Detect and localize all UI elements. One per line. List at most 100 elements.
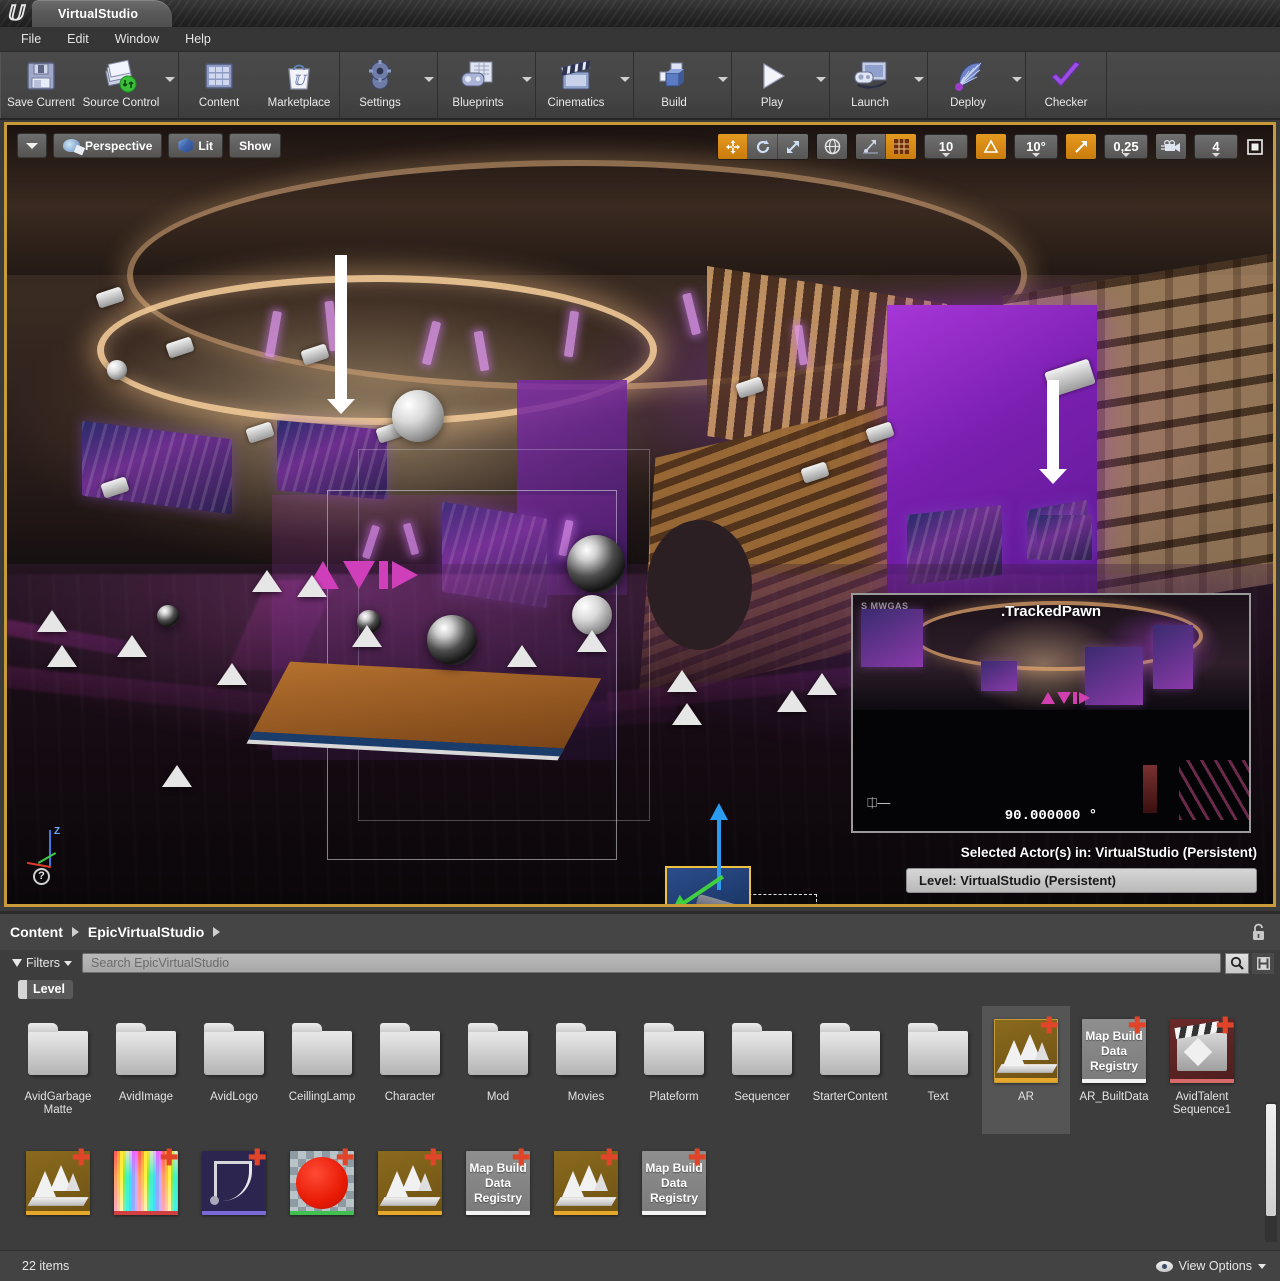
maximize-viewport-button[interactable] bbox=[1245, 136, 1265, 158]
menu-item-window[interactable]: Window bbox=[102, 29, 172, 49]
asset-tile-plateform[interactable]: Plateform bbox=[630, 1006, 718, 1134]
asset-tile-curve[interactable]: ✚ bbox=[190, 1138, 278, 1264]
asset-tile-texture-gradient[interactable]: ✚ bbox=[102, 1138, 190, 1264]
unreal-editor-window: 𝕌 VirtualStudio File Edit Window Help Sa… bbox=[0, 0, 1280, 1281]
toolbar-group-file: Save Current Source Control bbox=[0, 52, 179, 118]
launch-button[interactable]: Launch bbox=[830, 52, 910, 118]
asset-tile-avidtalentsequence1[interactable]: ✚ AvidTalent Sequence1 bbox=[1158, 1006, 1246, 1134]
folder-icon bbox=[202, 1019, 266, 1083]
build-button[interactable]: Build bbox=[634, 52, 714, 118]
build-dropdown[interactable] bbox=[714, 52, 731, 118]
asset-tile-level-2b[interactable]: ✚ bbox=[366, 1138, 454, 1264]
blueprints-dropdown[interactable] bbox=[518, 52, 535, 118]
cinematics-button[interactable]: Cinematics bbox=[536, 52, 616, 118]
scale-mode-button[interactable] bbox=[778, 134, 808, 159]
content-browser: Content EpicVirtualStudio Filters Search… bbox=[0, 911, 1280, 1281]
camera-speed-toggle[interactable] bbox=[1156, 134, 1186, 159]
translate-mode-button[interactable] bbox=[718, 134, 748, 159]
level-viewport[interactable]: Perspective Lit Show 10 10° 0,25 4 S MWG… bbox=[4, 122, 1276, 907]
filter-chip-level[interactable]: Level bbox=[18, 979, 73, 999]
save-icon[interactable] bbox=[1252, 952, 1274, 974]
scrollbar-thumb[interactable] bbox=[1266, 1104, 1276, 1216]
asset-tile-mod[interactable]: Mod bbox=[454, 1006, 542, 1134]
asset-tile-mbdr-2b[interactable]: Map Build Data Registry ✚ bbox=[630, 1138, 718, 1264]
viewport-options-menu[interactable] bbox=[17, 133, 47, 158]
asset-grid-scrollbar[interactable] bbox=[1265, 1102, 1277, 1242]
play-dropdown[interactable] bbox=[812, 52, 829, 118]
viewport-render[interactable]: Perspective Lit Show 10 10° 0,25 4 S MWG… bbox=[7, 125, 1273, 904]
viewport-help-icon[interactable]: ? bbox=[33, 868, 50, 885]
viewport-show-button[interactable]: Show bbox=[229, 133, 282, 158]
map-build-data-registry-icon: Map Build Data Registry ✚ bbox=[1082, 1013, 1147, 1083]
unlock-icon[interactable] bbox=[1251, 923, 1266, 941]
source-control-button[interactable]: Source Control bbox=[81, 52, 161, 118]
asset-tile-material-red[interactable]: ✚ bbox=[278, 1138, 366, 1264]
asset-tile-character[interactable]: Character bbox=[366, 1006, 454, 1134]
source-control-dropdown[interactable] bbox=[161, 52, 178, 118]
asset-tile-mbdr-2a[interactable]: Map Build Data Registry ✚ bbox=[454, 1138, 542, 1264]
filter-chip-color-swatch bbox=[18, 979, 27, 999]
rotation-snap-value[interactable]: 10° bbox=[1014, 134, 1058, 159]
asset-tile-avidimage[interactable]: AvidImage bbox=[102, 1006, 190, 1134]
settings-dropdown[interactable] bbox=[420, 52, 437, 118]
save-current-button[interactable]: Save Current bbox=[1, 52, 81, 118]
asset-tile-ar-builtdata[interactable]: Map Build Data Registry ✚ AR_BuiltData bbox=[1070, 1006, 1158, 1134]
search-input[interactable]: Search EpicVirtualStudio bbox=[82, 953, 1221, 973]
checker-button[interactable]: Checker bbox=[1026, 52, 1106, 118]
magnifier-icon[interactable] bbox=[1225, 952, 1249, 974]
camera-speed-value[interactable]: 4 bbox=[1194, 134, 1238, 159]
scale-snap-value[interactable]: 0,25 bbox=[1104, 134, 1148, 159]
deploy-button[interactable]: Deploy bbox=[928, 52, 1008, 118]
content-button[interactable]: Content bbox=[179, 52, 259, 118]
asset-tile-startercontent[interactable]: StarterContent bbox=[806, 1006, 894, 1134]
asset-tile-level-2a[interactable]: ✚ bbox=[14, 1138, 102, 1264]
level-status-badge[interactable]: Level: VirtualStudio (Persistent) bbox=[906, 868, 1257, 893]
menu-item-file[interactable]: File bbox=[8, 29, 54, 49]
toolbar-group-settings: Settings bbox=[340, 52, 438, 118]
filters-button[interactable]: Filters bbox=[6, 954, 78, 972]
selected-camera-actor[interactable] bbox=[637, 803, 817, 904]
deploy-dropdown[interactable] bbox=[1008, 52, 1025, 118]
cinematics-dropdown[interactable] bbox=[616, 52, 633, 118]
checker-label: Checker bbox=[1044, 97, 1088, 109]
rotate-mode-button[interactable] bbox=[748, 134, 778, 159]
asset-tile-ar[interactable]: ✚ AR bbox=[982, 1006, 1070, 1134]
rotation-snap-toggle[interactable] bbox=[976, 134, 1006, 159]
play-button[interactable]: Play bbox=[732, 52, 812, 118]
asset-tile-level-2c[interactable]: ✚ bbox=[542, 1138, 630, 1264]
scene-cone-2 bbox=[37, 610, 67, 632]
asset-tile-avidlogo[interactable]: AvidLogo bbox=[190, 1006, 278, 1134]
settings-button[interactable]: Settings bbox=[340, 52, 420, 118]
project-tab-label: VirtualStudio bbox=[58, 6, 139, 21]
viewport-lighting-button[interactable]: Lit bbox=[168, 133, 224, 158]
asset-tile-text[interactable]: Text bbox=[894, 1006, 982, 1134]
scene-chrome-sphere-4 bbox=[157, 605, 179, 627]
axis-y-line bbox=[37, 852, 57, 864]
scene-direction-arrow-2 bbox=[1039, 380, 1067, 484]
plus-icon: ✚ bbox=[1128, 1013, 1147, 1038]
scale-snap-toggle[interactable] bbox=[1066, 134, 1096, 159]
surface-snap-toggle[interactable] bbox=[856, 134, 886, 159]
world-space-toggle[interactable] bbox=[817, 134, 847, 159]
asset-grid[interactable]: AvidGarbage Matte AvidImage AvidLogo Cei… bbox=[0, 1006, 1280, 1264]
viewport-view-mode-button[interactable]: Perspective bbox=[53, 133, 163, 158]
blueprints-button[interactable]: Blueprints bbox=[438, 52, 518, 118]
marketplace-button[interactable]: 𝕌 Marketplace bbox=[259, 52, 339, 118]
launch-dropdown[interactable] bbox=[910, 52, 927, 118]
asset-tile-movies[interactable]: Movies bbox=[542, 1006, 630, 1134]
menu-item-edit[interactable]: Edit bbox=[54, 29, 102, 49]
unreal-logo-icon[interactable]: 𝕌 bbox=[2, 1, 28, 26]
camera-preview-pip[interactable]: S MWGAS .TrackedPawn ⎅— 90.000000 ° bbox=[851, 593, 1251, 833]
asset-tile-sequencer[interactable]: Sequencer bbox=[718, 1006, 806, 1134]
level-asset-icon: ✚ bbox=[26, 1147, 90, 1215]
asset-tile-ceillinglamp[interactable]: CeillingLamp bbox=[278, 1006, 366, 1134]
grid-snap-toggle[interactable] bbox=[886, 134, 916, 159]
asset-label: AR_BuiltData bbox=[1079, 1091, 1149, 1103]
view-options-button[interactable]: View Options bbox=[1155, 1259, 1266, 1273]
asset-tile-avidgarbagematte[interactable]: AvidGarbage Matte bbox=[14, 1006, 102, 1134]
breadcrumb-epicvirtualstudio[interactable]: EpicVirtualStudio bbox=[88, 924, 204, 940]
breadcrumb-content[interactable]: Content bbox=[10, 924, 63, 940]
project-tab[interactable]: VirtualStudio bbox=[32, 0, 173, 27]
menu-item-help[interactable]: Help bbox=[172, 29, 224, 49]
grid-snap-value[interactable]: 10 bbox=[924, 134, 968, 159]
